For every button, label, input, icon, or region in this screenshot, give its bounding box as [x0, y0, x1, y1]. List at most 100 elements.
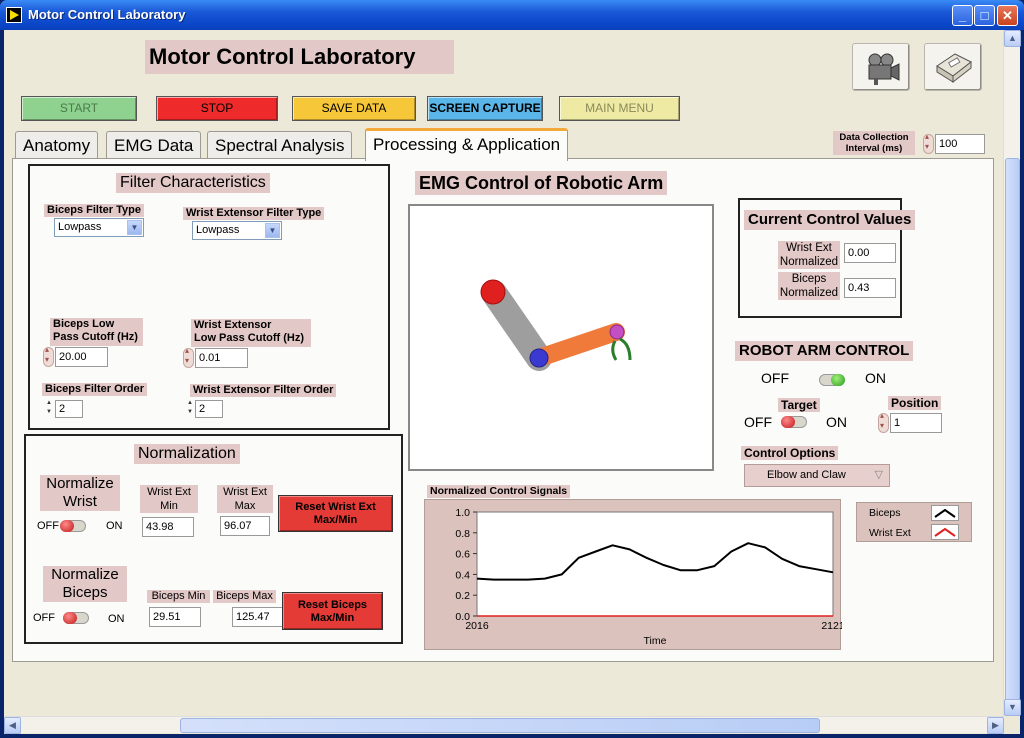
biceps-cutoff-input[interactable]: 20.00 — [55, 347, 108, 367]
scroll-down-button[interactable]: ▼ — [1004, 699, 1021, 716]
wrist-min-value: 43.98 — [142, 517, 194, 537]
normalize-biceps-off-label: OFF — [33, 612, 55, 624]
wrist-max-label-line2: Max — [234, 500, 256, 512]
x-tick-label: 2016 — [465, 620, 489, 632]
reset-wrist-line1: Reset Wrist Ext — [295, 501, 376, 513]
normalization-title: Normalization — [134, 444, 240, 464]
scroll-right-button[interactable]: ▶ — [987, 717, 1004, 734]
wrist-min-label-line1: Wrist Ext — [147, 486, 191, 498]
arm-control-off-label: OFF — [761, 370, 789, 386]
biceps-normalized-label: Biceps Normalized — [778, 272, 840, 300]
biceps-normalized-line2: Normalized — [779, 287, 839, 299]
position-input[interactable]: 1 — [890, 413, 942, 433]
front-panel: Motor Control Laboratory START STOP SAVE… — [4, 30, 1021, 734]
arm-control-toggle[interactable] — [819, 374, 845, 386]
scroll-left-button[interactable]: ◀ — [4, 717, 21, 734]
start-button[interactable]: START — [21, 96, 137, 121]
elbow-joint — [529, 348, 549, 368]
tab-emg-data[interactable]: EMG Data — [106, 131, 202, 159]
normalize-wrist-off-label: OFF — [37, 520, 59, 532]
target-toggle[interactable] — [781, 416, 807, 428]
minimize-button[interactable]: _ — [952, 5, 973, 26]
arm-control-on-label: ON — [865, 370, 886, 386]
application-window: Motor Control Laboratory _ □ ✕ Motor Con… — [0, 0, 1024, 738]
wrist-filter-type-select[interactable]: Lowpass ▼ — [192, 221, 282, 240]
print-button[interactable] — [924, 43, 982, 91]
normalize-biceps-on-label: ON — [108, 613, 125, 625]
stop-button[interactable]: STOP — [156, 96, 278, 121]
tab-processing-application[interactable]: Processing & Application — [365, 128, 569, 161]
printer-icon — [936, 53, 972, 84]
wrist-min-label: Wrist Ext Min — [140, 485, 198, 513]
wrist-joint — [609, 324, 625, 340]
wrist-filter-type-label: Wrist Extensor Filter Type — [183, 207, 325, 220]
vertical-scrollbar[interactable]: ▲ ▼ — [1003, 30, 1021, 716]
reset-biceps-button[interactable]: Reset Biceps Max/Min — [282, 592, 383, 630]
biceps-min-label: Biceps Min — [147, 590, 210, 603]
toggle-knob — [781, 416, 795, 428]
main-menu-button[interactable]: MAIN MENU — [559, 96, 680, 121]
biceps-filter-type-label: Biceps Filter Type — [44, 204, 144, 217]
wrist-cutoff-input[interactable]: 0.01 — [195, 348, 248, 368]
wrist-normalized-label: Wrist Ext Normalized — [778, 241, 840, 269]
position-spinner[interactable] — [878, 411, 889, 433]
toggle-knob — [63, 612, 77, 624]
biceps-max-label: Biceps Max — [213, 590, 276, 603]
maximize-button[interactable]: □ — [974, 5, 995, 26]
save-data-button[interactable]: SAVE DATA — [292, 96, 416, 121]
target-label: Target — [778, 398, 820, 412]
biceps-order-spinner[interactable] — [46, 400, 54, 418]
chevron-down-icon: ▼ — [127, 220, 142, 235]
target-off-label: OFF — [744, 414, 772, 430]
robotic-arm-graphic — [480, 279, 632, 371]
tab-anatomy[interactable]: Anatomy — [15, 131, 99, 159]
chart-title: Normalized Control Signals — [427, 485, 571, 498]
title-bar: Motor Control Laboratory _ □ ✕ — [0, 0, 1024, 30]
wrist-max-label-line1: Wrist Ext — [223, 486, 267, 498]
biceps-filter-type-select[interactable]: Lowpass ▼ — [54, 218, 144, 237]
wrist-cutoff-spinner[interactable] — [183, 346, 194, 368]
wrist-filter-order-input[interactable]: 2 — [195, 400, 223, 418]
horizontal-scrollbar[interactable]: ◀ ▶ — [4, 716, 1004, 734]
target-on-label: ON — [826, 414, 847, 430]
upper-arm — [481, 280, 552, 371]
current-values-title: Current Control Values — [744, 210, 916, 230]
scroll-up-button[interactable]: ▲ — [1004, 30, 1021, 47]
toggle-knob — [60, 520, 74, 532]
vertical-scroll-thumb[interactable] — [1005, 158, 1020, 713]
horizontal-scroll-thumb[interactable] — [180, 718, 820, 733]
robot-arm-control-title: ROBOT ARM CONTROL — [735, 341, 914, 361]
screen-capture-button[interactable]: SCREEN CAPTURE — [427, 96, 543, 121]
control-options-value: Elbow and Claw — [767, 469, 846, 481]
y-tick-label: 0.4 — [455, 569, 470, 581]
control-options-select[interactable]: Elbow and Claw ▽ — [744, 464, 890, 487]
shoulder-joint — [480, 279, 506, 305]
data-collection-interval-input[interactable]: 100 — [935, 134, 985, 154]
video-camera-button[interactable] — [852, 43, 910, 91]
reset-wrist-ext-button[interactable]: Reset Wrist Ext Max/Min — [278, 495, 393, 532]
normalize-wrist-toggle[interactable] — [60, 520, 86, 532]
legend-biceps-swatch — [931, 505, 959, 521]
y-tick-label: 0.8 — [455, 528, 470, 540]
wrist-normalized-value: 0.00 — [844, 243, 896, 263]
y-tick-label: 0.2 — [455, 590, 470, 602]
wrist-order-spinner[interactable] — [187, 400, 195, 418]
biceps-cutoff-spinner[interactable] — [43, 345, 54, 367]
biceps-filter-order-input[interactable]: 2 — [55, 400, 83, 418]
tab-spectral-analysis[interactable]: Spectral Analysis — [207, 131, 353, 159]
biceps-normalized-line1: Biceps — [791, 273, 827, 285]
plot-area — [476, 511, 834, 617]
wrist-filter-type-value: Lowpass — [196, 224, 240, 236]
legend-wrist-label: Wrist Ext — [869, 527, 911, 539]
biceps-cutoff-label: Biceps Low Pass Cutoff (Hz) — [50, 318, 143, 346]
biceps-cutoff-label-line1: Biceps Low — [53, 318, 115, 330]
chart-svg: 1.00.80.60.40.20.02016 2121Time — [455, 507, 844, 647]
close-button[interactable]: ✕ — [997, 5, 1018, 26]
wrist-max-label: Wrist Ext Max — [217, 485, 273, 513]
interval-spinner[interactable] — [923, 132, 934, 154]
filter-title: Filter Characteristics — [116, 173, 270, 193]
x-tick-label: 2121 — [821, 620, 842, 632]
toggle-knob — [831, 374, 845, 386]
normalize-biceps-line2: Biceps — [62, 584, 108, 601]
normalize-biceps-toggle[interactable] — [63, 612, 89, 624]
